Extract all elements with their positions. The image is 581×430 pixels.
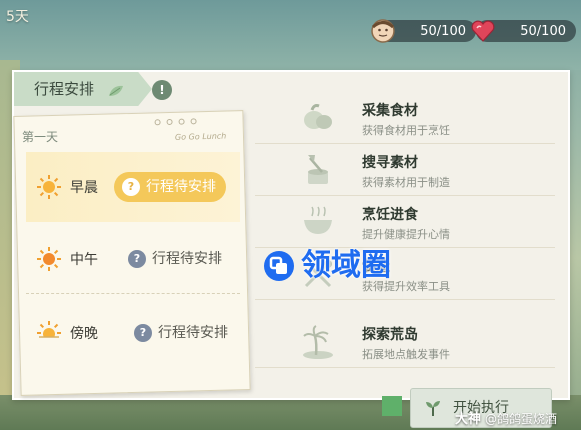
question-icon: ? (122, 178, 140, 196)
question-icon: ? (134, 324, 152, 342)
activity-title: 搜寻素材 (362, 155, 418, 171)
sun-icon (37, 247, 61, 271)
leaf-icon (109, 85, 123, 96)
axe-stump-icon (308, 155, 328, 184)
slot-name: 傍晚 (70, 326, 98, 342)
activity-desc: 提升健康提升心情 (362, 228, 450, 241)
pending-label: 行程待安排 (158, 325, 228, 341)
credit-brand: 大神 (455, 412, 482, 427)
credit-user: @鸽鸽蛋烧酒 (485, 412, 558, 426)
source-credit: 大神 @鸽鸽蛋烧酒 (455, 408, 557, 427)
watermark: 领域圈 (263, 248, 391, 284)
activity-title: 烹饪进食 (362, 207, 418, 223)
question-icon: ? (128, 250, 146, 268)
activity-explore-island[interactable]: 探索荒岛 拓展地点触发事件 (255, 316, 555, 368)
card-rings (154, 118, 197, 126)
health-value: 50/100 (420, 23, 466, 39)
tab-schedule[interactable]: 行程安排 (14, 72, 152, 106)
pending-label: 行程待安排 (152, 251, 222, 267)
pending-button[interactable]: ? 行程待安排 (120, 244, 232, 274)
slot-evening[interactable]: 傍晚 ? 行程待安排 (26, 298, 240, 368)
pending-label: 行程待安排 (146, 179, 216, 195)
tab-schedule-label: 行程安排 (34, 80, 95, 98)
status-indicator (382, 396, 402, 416)
activity-cook-eat[interactable]: 烹饪进食 提升健康提升心情 (255, 196, 555, 248)
slot-name: 中午 (70, 252, 98, 268)
day-counter: 5天 (6, 9, 29, 25)
activity-title: 采集食材 (362, 103, 418, 119)
info-icon[interactable]: ! (152, 80, 172, 100)
vegetables-icon (304, 104, 332, 129)
activity-desc: 拓展地点触发事件 (362, 348, 450, 361)
pending-button[interactable]: ? 行程待安排 (126, 318, 238, 348)
card-stamp: Go Go Lunch (174, 131, 227, 142)
sun-icon (37, 175, 61, 199)
slot-name: 早晨 (70, 180, 98, 196)
slot-noon[interactable]: 中午 ? 行程待安排 (26, 224, 240, 294)
cooking-bowl-icon (304, 206, 332, 234)
heart-icon (471, 20, 495, 42)
slot-morning[interactable]: 早晨 ? 行程待安排 (26, 152, 240, 222)
pending-button[interactable]: ? 行程待安排 (114, 172, 226, 202)
favor-stat: 50/100 (471, 20, 576, 42)
watermark-logo-icon (264, 251, 294, 281)
sun-icon (37, 321, 61, 345)
palm-island-icon (303, 325, 333, 359)
favor-value: 50/100 (520, 23, 566, 39)
day-title: 第一天 (22, 130, 59, 144)
sprout-icon (426, 401, 440, 416)
health-stat: 50/100 (371, 19, 476, 43)
activity-search-materials[interactable]: 搜寻素材 获得素材用于制造 (255, 144, 555, 196)
watermark-text: 领域圈 (301, 248, 391, 283)
activity-gather-food[interactable]: 采集食材 获得食材用于烹饪 (255, 92, 555, 144)
character-face-icon (371, 19, 395, 43)
activity-title: 探索荒岛 (362, 327, 418, 343)
activity-desc: 获得素材用于制造 (362, 176, 450, 189)
activity-desc: 获得食材用于烹饪 (362, 124, 450, 137)
